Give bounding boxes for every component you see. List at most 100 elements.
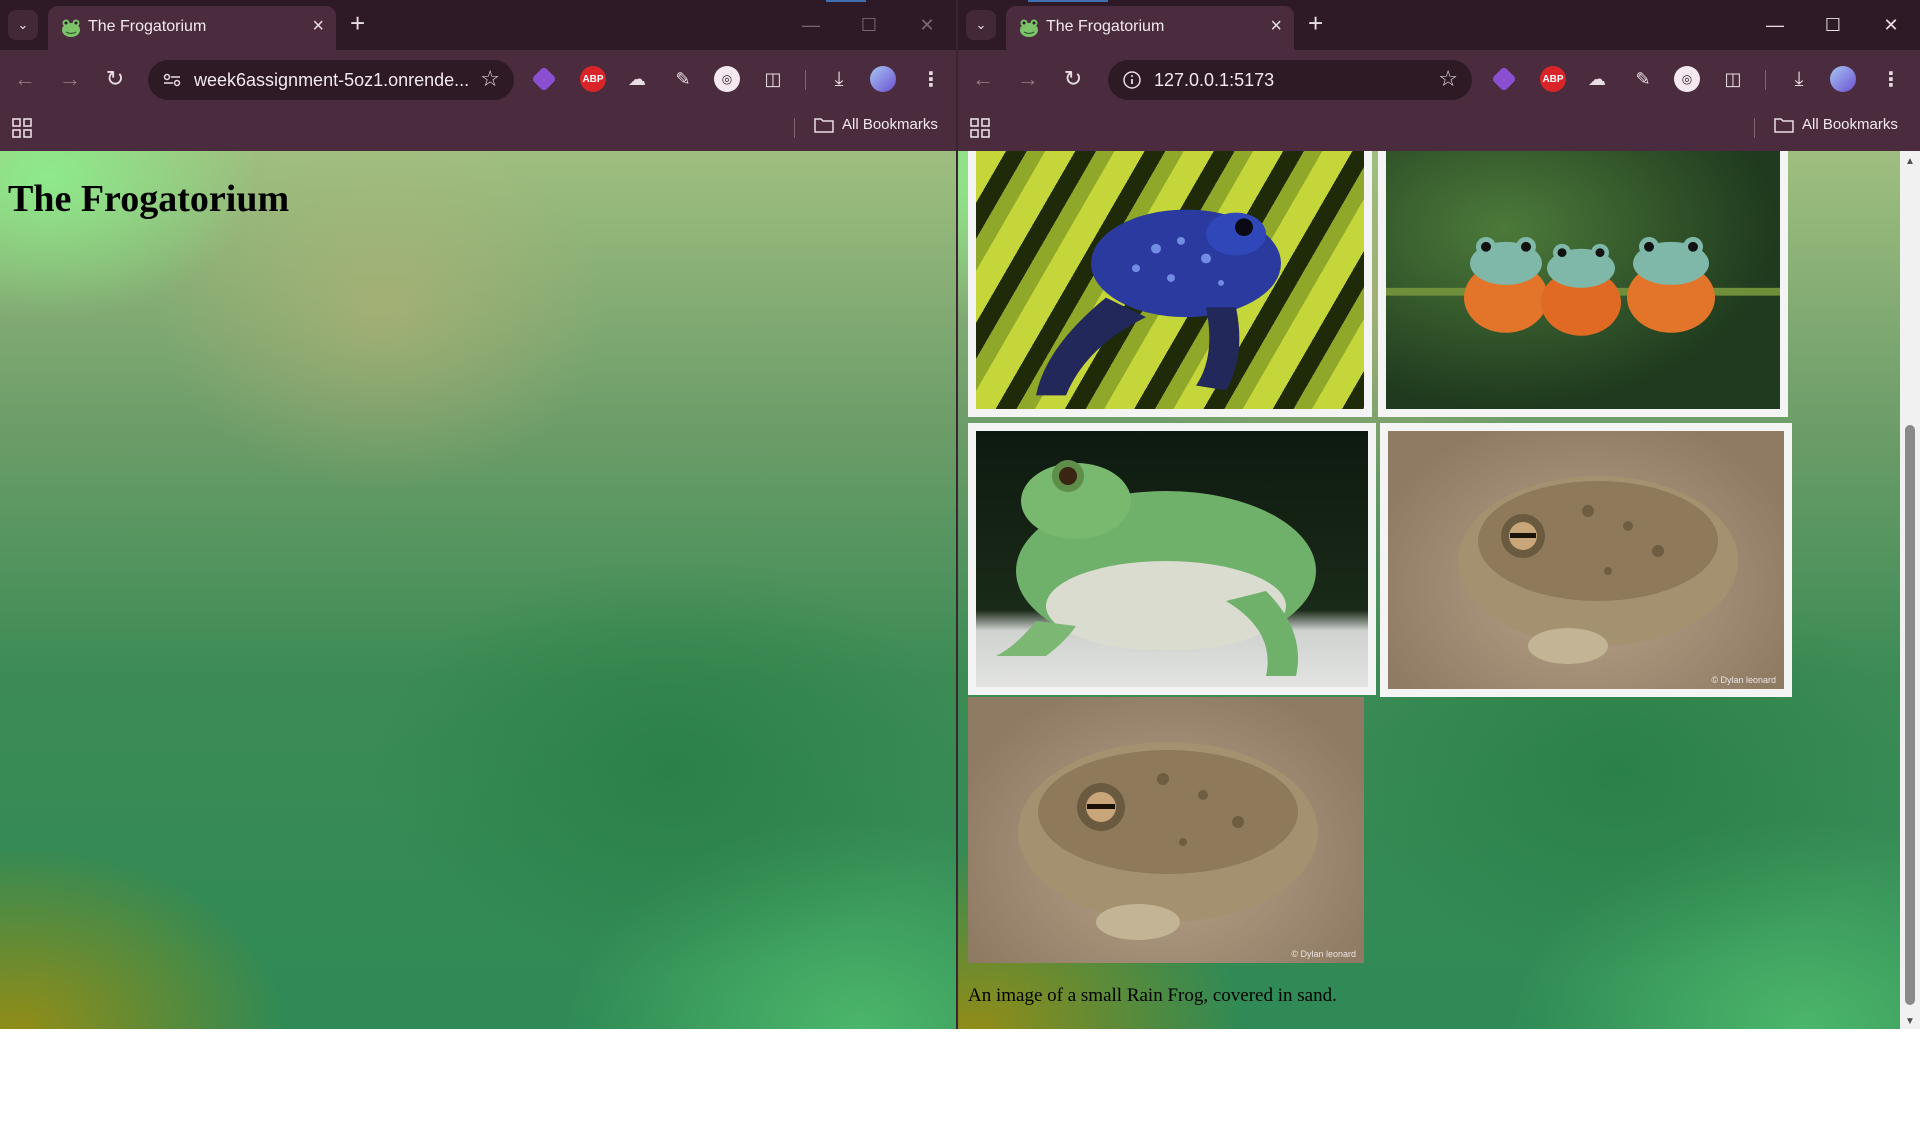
tab-frogatorium[interactable]: The Frogatorium × (48, 6, 336, 50)
apps-grid-icon[interactable] (968, 116, 992, 140)
avatar[interactable] (1830, 66, 1856, 92)
tab-title: The Frogatorium (1046, 18, 1165, 35)
chevron-down-icon: ⌄ (17, 17, 29, 32)
browser-window-left: ⌄ The Frogatorium × + — ☐ ✕ ← → ↻ week6a… (0, 0, 956, 1029)
tab-frogatorium[interactable]: The Frogatorium × (1006, 6, 1294, 50)
kebab-icon[interactable]: ⋮ (1878, 66, 1904, 92)
loading-indicator (826, 0, 866, 2)
gallery-thumbnail[interactable] (968, 423, 1376, 695)
bookmarks-bar: All Bookmarks (958, 108, 1920, 151)
browser-window-right: ⌄ The Frogatorium × + — ☐ ✕ ← → ↻ 127.0.… (958, 0, 1920, 1029)
avatar[interactable] (870, 66, 896, 92)
gallery-thumbnail[interactable]: © Dylan leonard (1380, 423, 1792, 697)
rain-frog-image (1458, 476, 1738, 664)
abp-icon[interactable]: ABP (580, 66, 606, 92)
page-viewport: The Frogatorium (0, 151, 956, 1029)
download-icon[interactable]: ⤓ (1786, 66, 1812, 92)
folder-icon (1774, 117, 1794, 133)
url-text: 127.0.0.1:5173 (1154, 70, 1275, 90)
site-settings-icon[interactable] (160, 68, 184, 92)
browser-toolbar: ← → ↻ week6assignment-5oz1.onrende... ☆ … (0, 50, 956, 108)
photo-watermark: © Dylan leonard (1291, 949, 1356, 959)
folder-icon (814, 117, 834, 133)
abp-icon[interactable]: ABP (1540, 66, 1566, 92)
frog-favicon-icon (62, 19, 80, 37)
arrow-right-icon[interactable]: → (1013, 64, 1043, 94)
star-icon[interactable]: ☆ (480, 66, 500, 92)
three-frogs-image (1386, 237, 1780, 336)
frog-photo (976, 431, 1368, 687)
close-window-icon[interactable]: ✕ (1862, 10, 1920, 40)
kebab-icon[interactable]: ⋮ (918, 66, 944, 92)
bookmarks-separator (1754, 118, 1755, 138)
window-controls: — ☐ ✕ (1746, 10, 1920, 40)
gallery-thumbnail[interactable] (968, 151, 1372, 417)
minimize-icon[interactable]: — (1746, 10, 1804, 40)
tab-title: The Frogatorium (88, 18, 207, 35)
page-viewport: © Dylan leonard © Dylan leonard An image… (958, 151, 1900, 1029)
gallery-thumbnail[interactable] (1378, 151, 1788, 417)
scroll-down-icon[interactable]: ▼ (1900, 1013, 1920, 1029)
tab-search-button[interactable]: ⌄ (8, 10, 38, 40)
circle-logo-icon[interactable]: ◎ (1674, 66, 1700, 92)
image-caption: An image of a small Rain Frog, covered i… (968, 985, 1337, 1006)
cloud-icon[interactable]: ☁ (624, 66, 650, 92)
all-bookmarks-button[interactable]: All Bookmarks (1774, 116, 1898, 133)
bookmarks-bar: All Bookmarks (0, 108, 956, 151)
vertical-scrollbar[interactable]: ▲ ▼ (1900, 151, 1920, 1029)
blue-frog-image (1036, 209, 1281, 396)
tab-search-button[interactable]: ⌄ (966, 10, 996, 40)
minimize-icon[interactable]: — (782, 10, 840, 40)
all-bookmarks-label: All Bookmarks (842, 116, 938, 133)
diamond-icon[interactable] (531, 66, 557, 92)
reload-icon[interactable]: ↻ (1058, 64, 1088, 94)
diamond-icon[interactable] (1491, 66, 1517, 92)
maximize-icon[interactable]: ☐ (1804, 10, 1862, 40)
scroll-up-icon[interactable]: ▲ (1900, 153, 1920, 169)
frog-photo (1386, 151, 1780, 409)
tab-strip: ⌄ The Frogatorium × + — ☐ ✕ (958, 0, 1920, 50)
close-window-icon[interactable]: ✕ (898, 10, 956, 40)
circle-logo-icon[interactable]: ◎ (714, 66, 740, 92)
scrollbar-thumb[interactable] (1905, 425, 1915, 1005)
reload-icon[interactable]: ↻ (100, 64, 130, 94)
puzzle-icon[interactable]: ◫ (760, 66, 786, 92)
frog-photo (976, 151, 1364, 409)
chevron-down-icon: ⌄ (975, 17, 987, 32)
download-icon[interactable]: ⤓ (826, 66, 852, 92)
plus-icon[interactable]: + (350, 8, 365, 39)
puzzle-icon[interactable]: ◫ (1720, 66, 1746, 92)
plus-icon[interactable]: + (1308, 8, 1323, 39)
close-icon[interactable]: × (312, 15, 324, 38)
address-bar[interactable]: 127.0.0.1:5173 ☆ (1108, 60, 1472, 100)
toolbar-separator (1765, 70, 1766, 90)
page-title: The Frogatorium (8, 178, 290, 220)
arrow-left-icon[interactable]: ← (968, 64, 998, 94)
eyedropper-icon[interactable]: ✎ (670, 66, 696, 92)
maximize-icon[interactable]: ☐ (840, 10, 898, 40)
frog-favicon-icon (1020, 19, 1038, 37)
all-bookmarks-button[interactable]: All Bookmarks (814, 116, 938, 133)
bookmarks-separator (794, 118, 795, 138)
eyedropper-icon[interactable]: ✎ (1630, 66, 1656, 92)
green-frog-image (996, 460, 1316, 676)
tab-strip: ⌄ The Frogatorium × + — ☐ ✕ (0, 0, 956, 50)
arrow-left-icon[interactable]: ← (10, 64, 40, 94)
close-icon[interactable]: × (1270, 15, 1282, 38)
window-controls: — ☐ ✕ (782, 10, 956, 40)
address-bar[interactable]: week6assignment-5oz1.onrende... ☆ (148, 60, 514, 100)
cloud-icon[interactable]: ☁ (1584, 66, 1610, 92)
info-icon[interactable] (1120, 68, 1144, 92)
photo-watermark: © Dylan leonard (1711, 675, 1776, 685)
loading-indicator (1028, 0, 1108, 2)
arrow-right-icon[interactable]: → (55, 64, 85, 94)
frog-photo: © Dylan leonard (1388, 431, 1784, 689)
star-icon[interactable]: ☆ (1438, 66, 1458, 92)
toolbar-separator (805, 70, 806, 90)
browser-toolbar: ← → ↻ 127.0.0.1:5173 ☆ ABP ☁ ✎ ◎ ◫ ⤓ ⋮ (958, 50, 1920, 108)
rain-frog-large-image (1018, 742, 1318, 940)
all-bookmarks-label: All Bookmarks (1802, 116, 1898, 133)
url-text: week6assignment-5oz1.onrende... (194, 70, 470, 90)
enlarged-photo: © Dylan leonard (968, 697, 1364, 963)
apps-grid-icon[interactable] (10, 116, 34, 140)
